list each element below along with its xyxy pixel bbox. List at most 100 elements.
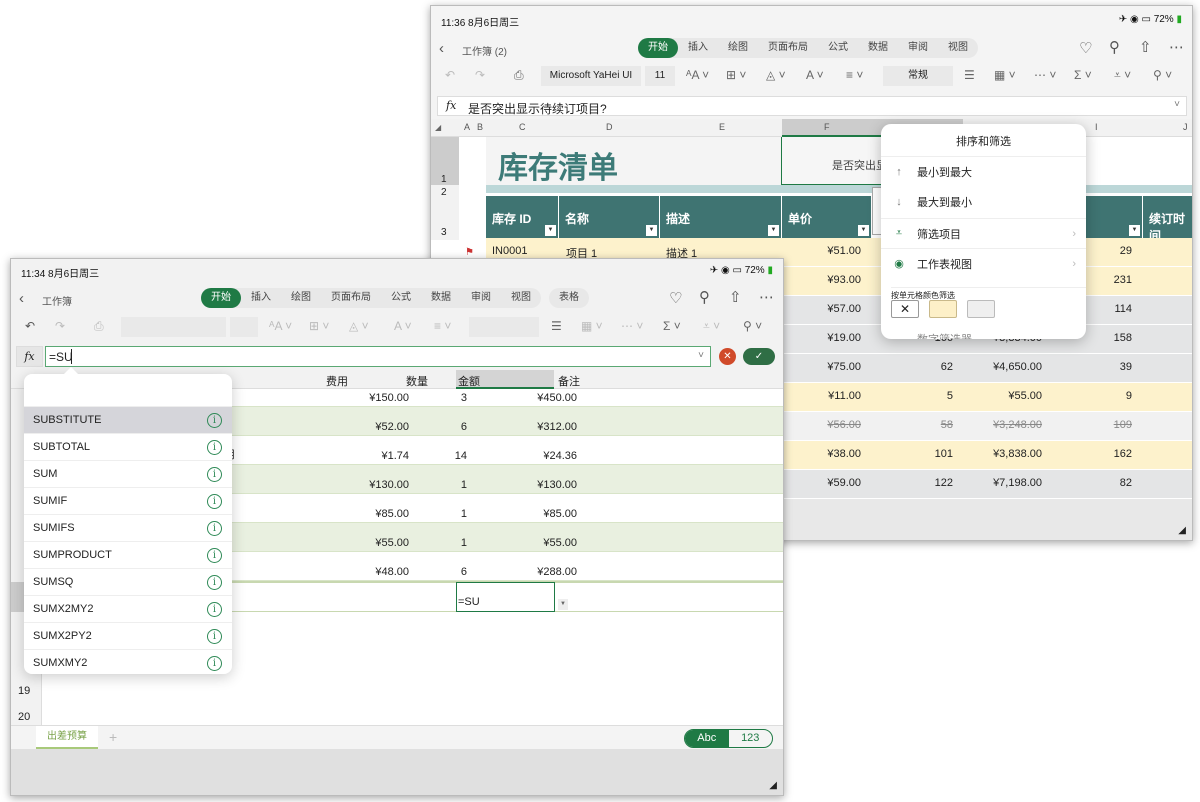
wrap-icon[interactable]: ☰ (964, 69, 975, 81)
column-I[interactable]: I (1095, 122, 1098, 132)
font-size-select[interactable] (230, 317, 258, 337)
sort-descending[interactable]: ↓ 最大到最小 (881, 187, 1086, 217)
filter-dropdown-icon[interactable]: ▼ (1129, 225, 1140, 236)
tab-4[interactable]: 公式 (381, 288, 421, 308)
autocomplete-item[interactable]: SUMPRODUCT i (24, 541, 232, 568)
format-painter-icon[interactable]: ⎙ (514, 69, 524, 81)
share-icon[interactable]: ⇧ (1139, 40, 1152, 55)
autosum-icon[interactable]: Σ ˅ (1074, 69, 1092, 81)
formula-input[interactable]: =SU ˅ (45, 346, 711, 367)
filter-dropdown-icon[interactable]: ▼ (545, 225, 556, 236)
column-J[interactable]: J (1183, 122, 1188, 132)
font-size-icon[interactable]: ᴬA ˅ (686, 69, 709, 81)
tab-0[interactable]: 开始 (201, 288, 241, 308)
filter-icon[interactable]: ⩡ ˅ (1114, 69, 1131, 81)
confirm-button[interactable]: ✓ (743, 348, 775, 365)
font-size-select[interactable]: 11 (645, 66, 675, 86)
tab-0[interactable]: 开始 (638, 38, 678, 58)
autocomplete-item[interactable]: SUMIFS i (24, 514, 232, 541)
redo-icon[interactable]: ↷ (55, 320, 65, 332)
tab-1[interactable]: 插入 (241, 288, 281, 308)
find-icon[interactable]: ⚲ ˅ (743, 320, 762, 332)
tab-6[interactable]: 审阅 (461, 288, 501, 308)
lightbulb-icon[interactable]: ♡ (669, 291, 682, 306)
more-icon[interactable]: ⋯ (1169, 40, 1184, 55)
no-color-swatch[interactable]: ✕ (891, 300, 919, 318)
tab-7[interactable]: 视图 (501, 288, 541, 308)
tab-7[interactable]: 视图 (938, 38, 978, 58)
autocomplete-item[interactable]: SUBTOTAL i (24, 433, 232, 460)
resize-handle[interactable]: ◢ (769, 780, 777, 791)
autosum-icon[interactable]: Σ ˅ (663, 320, 681, 332)
info-icon[interactable]: i (207, 628, 222, 644)
number-format-select[interactable] (469, 317, 539, 337)
header-notes[interactable]: 备注 (558, 373, 580, 389)
sort-ascending[interactable]: ↑ 最小到最大 (881, 156, 1086, 186)
header-amount[interactable]: 金额 (458, 373, 480, 389)
font-color-icon[interactable]: A ˅ (394, 320, 412, 332)
font-name-select[interactable] (121, 317, 226, 337)
more-icon[interactable]: ⋯ (759, 290, 774, 305)
chevron-down-icon[interactable]: ˅ (1174, 99, 1180, 110)
cell-styles-icon[interactable]: ▦ ˅ (994, 69, 1016, 81)
autocomplete-item[interactable]: SUMSQ i (24, 568, 232, 595)
undo-icon[interactable]: ↶ (445, 69, 455, 81)
redo-icon[interactable]: ↷ (475, 69, 485, 81)
share-icon[interactable]: ⇧ (729, 290, 742, 305)
editing-cell[interactable]: =SU (456, 582, 555, 612)
filter-icon[interactable]: ⩡ ˅ (703, 320, 720, 332)
autocomplete-item[interactable]: SUMIF i (24, 487, 232, 514)
autocomplete-item[interactable]: SUBSTITUTE i (24, 406, 232, 433)
column-E[interactable]: E (719, 122, 725, 132)
abc-option[interactable]: Abc (685, 730, 729, 747)
back-arrow-icon[interactable]: ‹ (439, 41, 444, 56)
format-painter-icon[interactable]: ⎙ (94, 320, 104, 332)
font-name-select[interactable]: Microsoft YaHei UI (541, 66, 641, 86)
tab-5[interactable]: 数据 (858, 38, 898, 58)
info-icon[interactable]: i (207, 439, 222, 455)
search-icon[interactable]: ⚲ (1109, 40, 1120, 55)
header-qty[interactable]: 数量 (406, 373, 428, 389)
info-icon[interactable]: i (207, 655, 222, 671)
more-options-icon[interactable]: ⋯ ˅ (621, 320, 643, 332)
info-icon[interactable]: i (207, 520, 222, 536)
row-number[interactable]: 19 (18, 685, 30, 697)
info-icon[interactable]: i (207, 412, 222, 428)
header-cost[interactable]: 费用 (326, 373, 348, 389)
undo-icon[interactable]: ↶ (25, 320, 35, 332)
gray-swatch[interactable] (967, 300, 995, 318)
search-icon[interactable]: ⚲ (699, 290, 710, 305)
number-format-select[interactable]: 常规 (883, 66, 953, 86)
tab-5[interactable]: 数据 (421, 288, 461, 308)
borders-icon[interactable]: ⊞ ˅ (309, 320, 329, 332)
info-icon[interactable]: i (207, 574, 222, 590)
tab-table[interactable]: 表格 (549, 288, 589, 308)
filter-items[interactable]: ⩡ 筛选项目 › (881, 218, 1086, 248)
filter-dropdown-icon[interactable]: ▼ (858, 225, 869, 236)
filter-dropdown-icon[interactable]: ▼ (768, 225, 779, 236)
sheet-tab[interactable]: 出差预算 (36, 726, 98, 749)
add-sheet-button[interactable]: + (109, 729, 117, 745)
align-icon[interactable]: ≡ ˅ (846, 69, 863, 81)
tab-3[interactable]: 页面布局 (321, 288, 381, 308)
sheet-views[interactable]: ◉ 工作表视图 › (881, 248, 1086, 278)
yellow-swatch[interactable] (929, 300, 957, 318)
info-icon[interactable]: i (207, 466, 222, 482)
lightbulb-icon[interactable]: ♡ (1079, 41, 1092, 56)
find-icon[interactable]: ⚲ ˅ (1153, 69, 1172, 81)
wrap-icon[interactable]: ☰ (551, 320, 562, 332)
autocomplete-item[interactable]: SUM i (24, 460, 232, 487)
row-number[interactable]: 1 (441, 174, 447, 185)
font-size-icon[interactable]: ᴬA ˅ (269, 320, 292, 332)
cell-styles-icon[interactable]: ▦ ˅ (581, 320, 603, 332)
more-options-icon[interactable]: ⋯ ˅ (1034, 69, 1056, 81)
info-icon[interactable]: i (207, 601, 222, 617)
cancel-button[interactable]: ✕ (719, 348, 736, 365)
back-arrow-icon[interactable]: ‹ (19, 291, 24, 306)
borders-icon[interactable]: ⊞ ˅ (726, 69, 746, 81)
row-number[interactable]: 20 (18, 711, 30, 723)
select-all-icon[interactable]: ◢ (431, 119, 459, 137)
column-D[interactable]: D (606, 122, 613, 132)
autocomplete-item[interactable]: SUMX2MY2 i (24, 595, 232, 622)
autocomplete-item[interactable]: SUMX2PY2 i (24, 622, 232, 649)
